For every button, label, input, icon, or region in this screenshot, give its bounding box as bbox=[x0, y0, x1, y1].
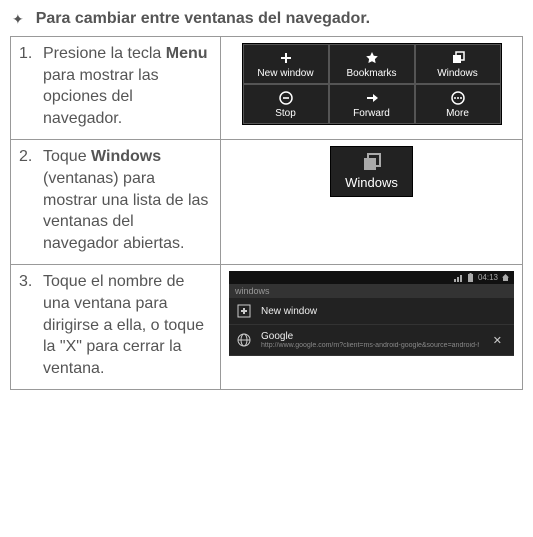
step-text: Toque el nombre de una ventana para diri… bbox=[43, 271, 212, 379]
section-header: ✦ Para cambiar entre ventanas del navega… bbox=[10, 10, 523, 28]
windows-icon bbox=[418, 50, 498, 66]
windows-button-illustration: Windows bbox=[330, 146, 413, 197]
star-icon bbox=[332, 50, 412, 66]
close-icon: ✕ bbox=[489, 334, 506, 347]
window-title: New window bbox=[261, 306, 506, 317]
plus-square-icon bbox=[237, 304, 251, 318]
plus-icon bbox=[246, 50, 326, 66]
stop-icon bbox=[246, 90, 326, 106]
step-number: 2. bbox=[19, 146, 43, 254]
step-2: 2. Toque Windows (ventanas) para mostrar… bbox=[19, 146, 212, 254]
browser-menu-illustration: New window Bookmarks Windows bbox=[242, 43, 502, 125]
forward-icon bbox=[332, 90, 412, 106]
status-bar: 04:13 bbox=[229, 271, 514, 284]
windows-section-label: windows bbox=[229, 284, 514, 298]
windows-icon bbox=[345, 151, 398, 173]
sparkle-icon: ✦ bbox=[12, 12, 24, 26]
menu-more: More bbox=[415, 84, 501, 124]
more-icon bbox=[418, 90, 498, 106]
menu-windows: Windows bbox=[415, 44, 501, 84]
step-3: 3. Toque el nombre de una ventana para d… bbox=[19, 271, 212, 379]
battery-icon bbox=[466, 273, 475, 282]
status-time: 04:13 bbox=[478, 273, 498, 282]
window-title: Google bbox=[261, 331, 479, 342]
window-url: http://www.google.com/m?client=ms-androi… bbox=[261, 342, 479, 349]
menu-stop: Stop bbox=[243, 84, 329, 124]
step-1: 1. Presione la tecla Menu para mostrar l… bbox=[19, 43, 212, 129]
window-row: New window bbox=[229, 298, 514, 325]
section-title: Para cambiar entre ventanas del navegado… bbox=[36, 10, 370, 28]
home-icon bbox=[501, 273, 510, 282]
window-row: Google http://www.google.com/m?client=ms… bbox=[229, 325, 514, 356]
steps-table: 1. Presione la tecla Menu para mostrar l… bbox=[10, 36, 523, 390]
menu-bookmarks: Bookmarks bbox=[329, 44, 415, 84]
step-number: 3. bbox=[19, 271, 43, 379]
globe-icon bbox=[237, 333, 251, 347]
step-text: Presione la tecla Menu para mostrar las … bbox=[43, 43, 212, 129]
menu-forward: Forward bbox=[329, 84, 415, 124]
menu-new-window: New window bbox=[243, 44, 329, 84]
window-list-illustration: 04:13 windows New window bbox=[229, 271, 514, 356]
signal-icon bbox=[454, 273, 463, 282]
step-number: 1. bbox=[19, 43, 43, 129]
step-text: Toque Windows (ventanas) para mostrar un… bbox=[43, 146, 212, 254]
